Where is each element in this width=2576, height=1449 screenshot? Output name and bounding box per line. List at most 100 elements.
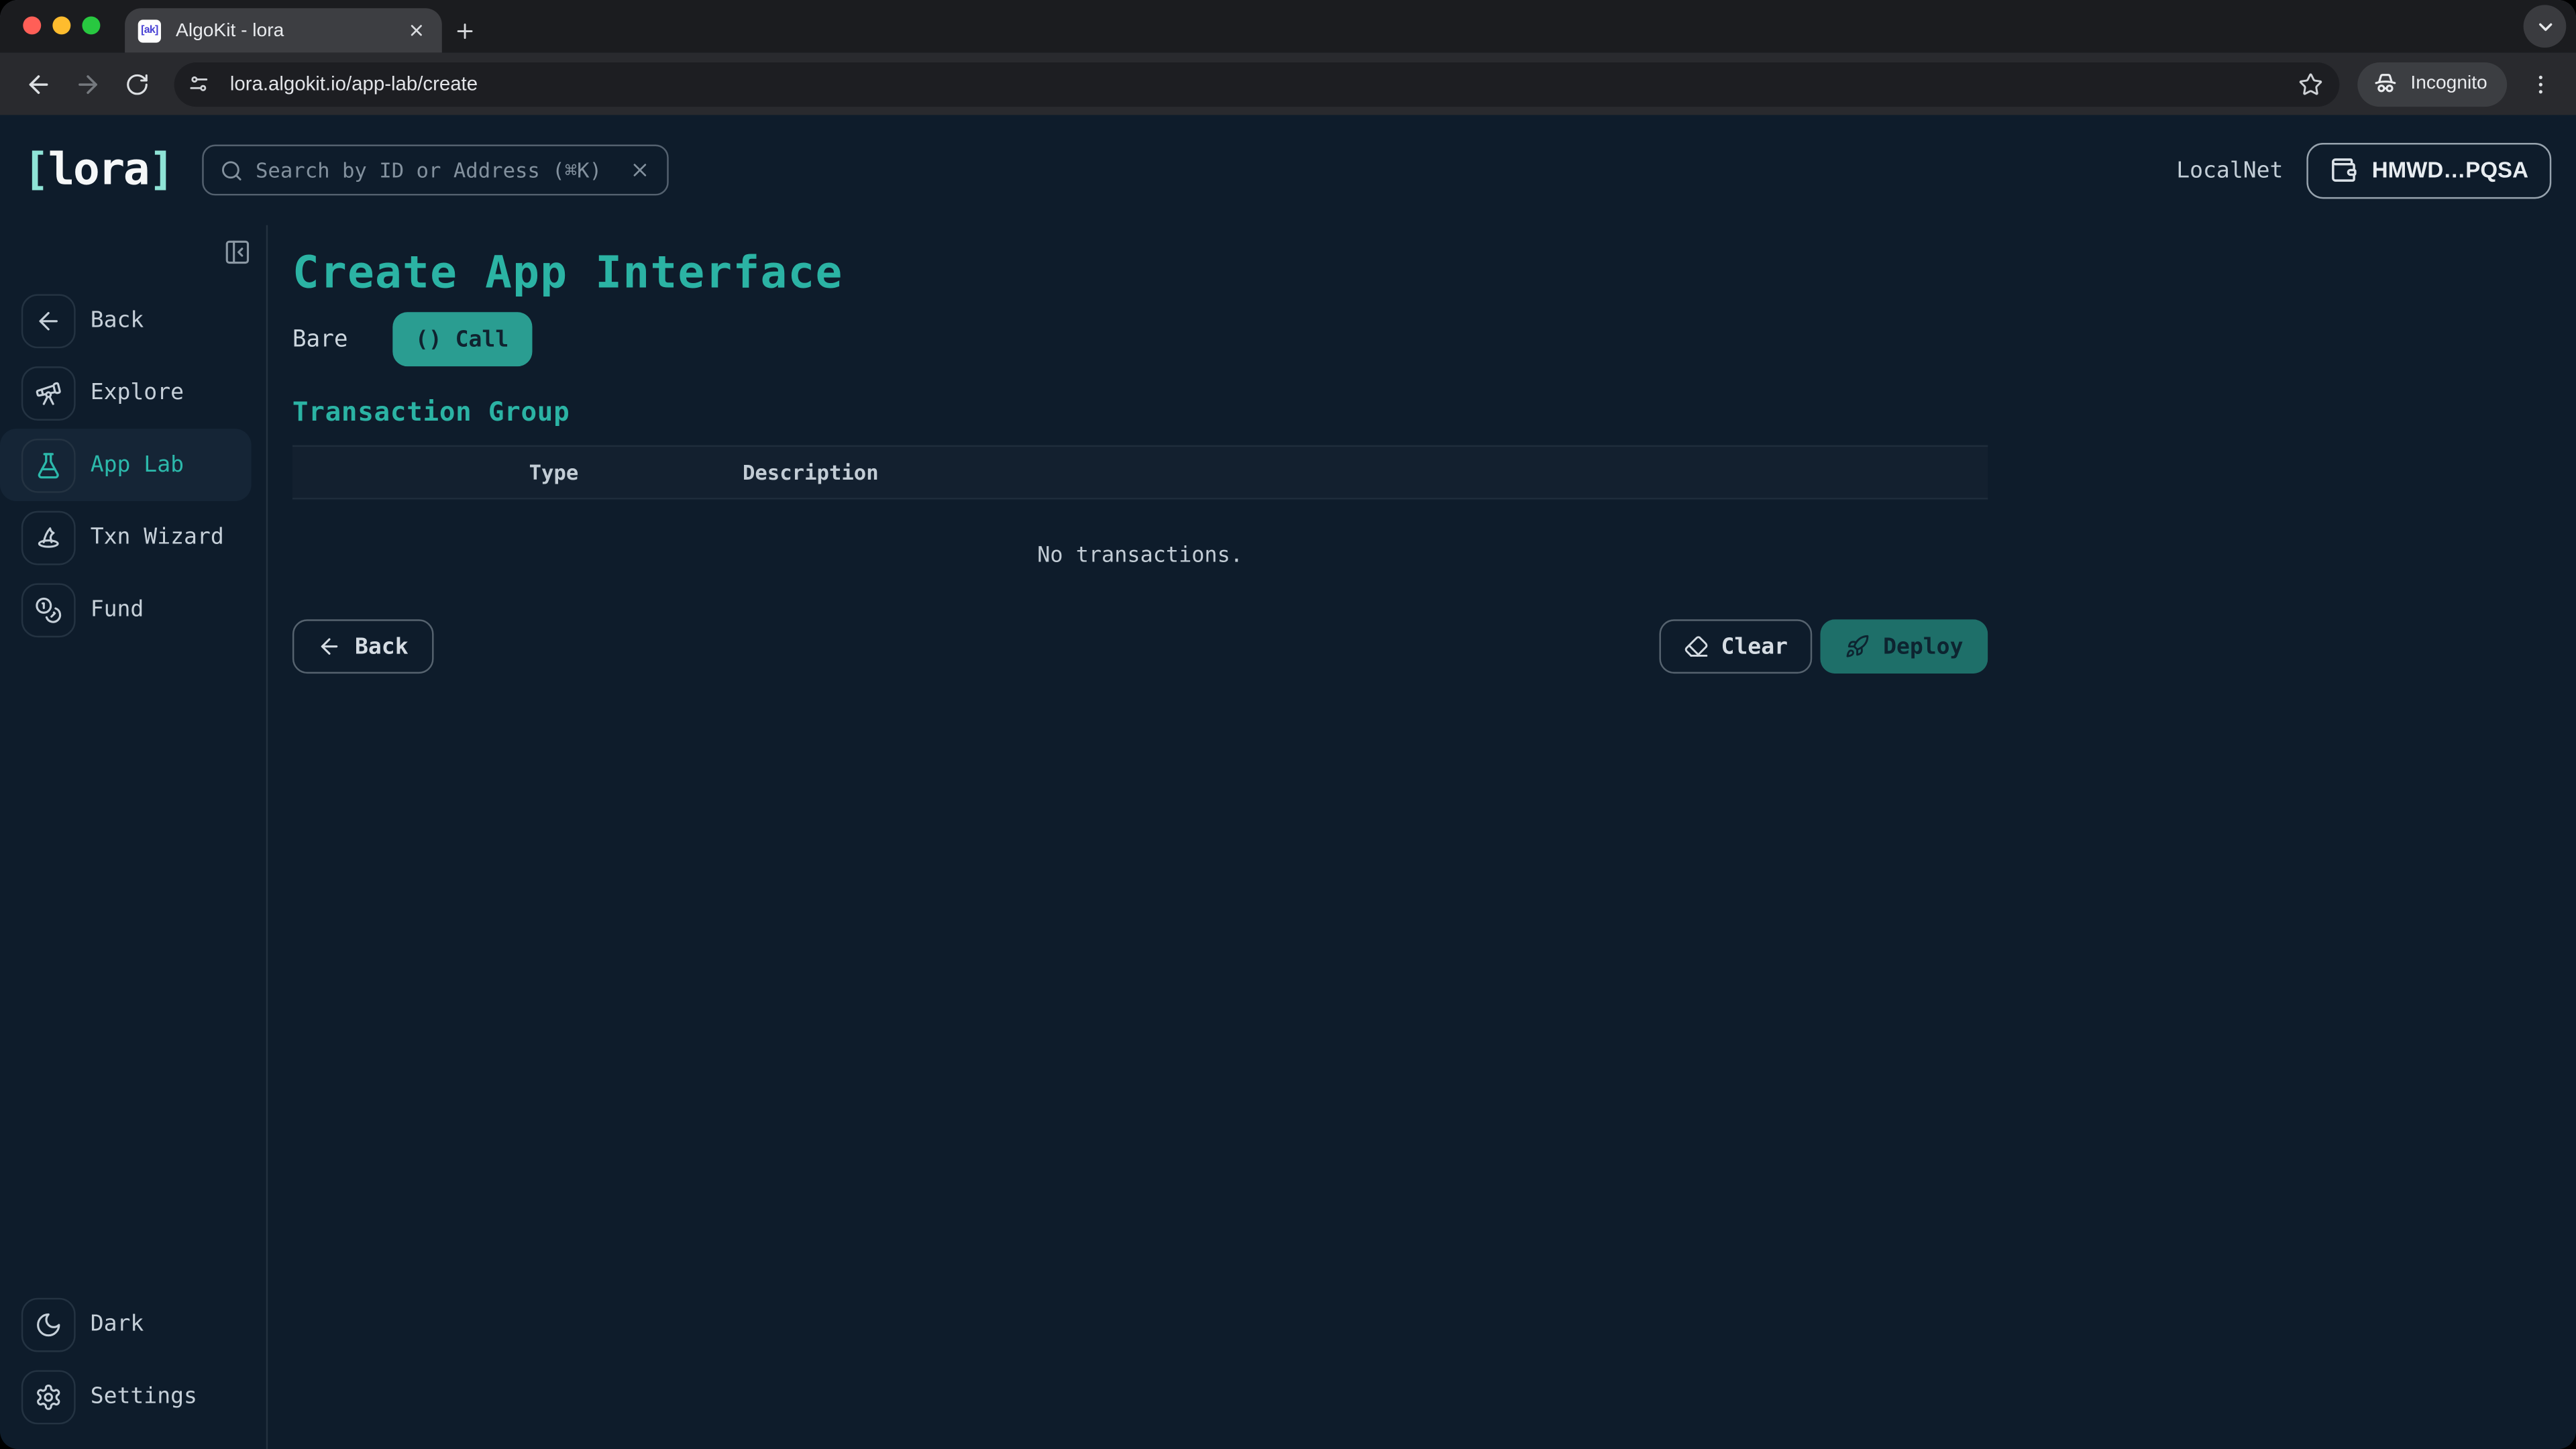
sidebar-item-explore[interactable]: Explore xyxy=(0,356,266,429)
empty-table-message: No transactions. xyxy=(292,499,1988,568)
tab-strip: [ak] AlgoKit - lora xyxy=(0,0,2576,52)
arrow-left-icon xyxy=(34,307,62,335)
clear-search-icon[interactable] xyxy=(629,160,650,181)
lora-logo[interactable]: [lora] xyxy=(23,145,173,196)
sidebar-collapse-button[interactable] xyxy=(220,235,253,268)
app-header: [lora] Search by ID or Address (⌘K) Loca… xyxy=(0,115,2576,225)
sidebar-item-label: Settings xyxy=(91,1383,197,1409)
column-header-type: Type xyxy=(529,460,743,485)
sidebar-item-label: Dark xyxy=(91,1311,144,1337)
clear-button[interactable]: Clear xyxy=(1658,619,1812,674)
arrow-left-icon xyxy=(24,70,52,98)
kebab-menu-icon xyxy=(2528,72,2553,97)
telescope-icon xyxy=(34,378,62,407)
tab-favicon: [ak] xyxy=(138,19,161,42)
main-content: Create App Interface Bare () Call Transa… xyxy=(268,225,2576,1449)
wallet-address: HMWD…PQSA xyxy=(2372,158,2528,182)
network-label[interactable]: LocalNet xyxy=(2176,157,2283,183)
iconbox xyxy=(21,510,76,564)
iconbox xyxy=(21,582,76,637)
arrow-right-icon xyxy=(73,70,101,98)
back-button-label: Back xyxy=(355,633,409,659)
maximize-window-button[interactable] xyxy=(82,16,100,34)
page-title: Create App Interface xyxy=(292,246,1988,302)
tab-close-icon[interactable] xyxy=(402,17,429,44)
back-button[interactable]: Back xyxy=(292,619,433,674)
logo-text: lora xyxy=(48,145,148,196)
sidebar-item-label: Back xyxy=(91,307,144,333)
sidebar-item-label: Txn Wizard xyxy=(91,524,224,550)
back-nav-button[interactable] xyxy=(16,62,59,105)
incognito-badge: Incognito xyxy=(2358,62,2507,106)
eraser-icon xyxy=(1683,634,1708,659)
table-header-row: Type Description xyxy=(292,445,1988,500)
sidebar-collapse-row xyxy=(0,235,266,274)
site-info-button[interactable] xyxy=(180,66,215,101)
sidebar: Back Explore App Lab xyxy=(0,225,268,1449)
close-window-button[interactable] xyxy=(23,16,41,34)
deploy-button-label: Deploy xyxy=(1883,633,1963,659)
browser-tab[interactable]: [ak] AlgoKit - lora xyxy=(125,8,442,52)
window-controls xyxy=(23,16,100,34)
incognito-label: Incognito xyxy=(2410,74,2487,93)
lora-app: [lora] Search by ID or Address (⌘K) Loca… xyxy=(0,115,2576,1449)
sidebar-item-label: Explore xyxy=(91,380,184,406)
reload-button[interactable] xyxy=(115,62,158,105)
sidebar-item-label: App Lab xyxy=(91,451,184,478)
tab-search-button[interactable] xyxy=(2524,5,2567,48)
search-input[interactable]: Search by ID or Address (⌘K) xyxy=(201,145,668,196)
section-title: Transaction Group xyxy=(292,396,1988,427)
tab-bare[interactable]: Bare xyxy=(292,326,371,352)
url-text: lora.algokit.io/app-lab/create xyxy=(230,72,2286,95)
logo-bracket: ] xyxy=(148,145,173,196)
screen: [ak] AlgoKit - lora lora.algokit.io/a xyxy=(0,0,2576,1449)
panel-left-close-icon xyxy=(223,237,251,266)
transaction-group-table: Type Description No transactions. xyxy=(292,445,1988,569)
browser-menu-button[interactable] xyxy=(2520,64,2560,104)
iconbox xyxy=(21,293,76,347)
wizard-hat-icon xyxy=(34,523,62,551)
forward-nav-button[interactable] xyxy=(66,62,109,105)
sidebar-item-app-lab[interactable]: App Lab xyxy=(0,429,252,501)
clear-button-label: Clear xyxy=(1721,633,1788,659)
minimize-window-button[interactable] xyxy=(52,16,70,34)
coins-icon xyxy=(34,596,62,624)
incognito-icon xyxy=(2373,70,2399,97)
rocket-icon xyxy=(1845,634,1870,659)
tab-call[interactable]: () Call xyxy=(392,312,532,366)
reload-icon xyxy=(124,72,149,97)
actions-row: Back Clear Deploy xyxy=(292,619,1988,674)
sidebar-bottom: Dark Settings xyxy=(0,1288,266,1449)
method-tabs: Bare () Call xyxy=(292,312,1988,366)
sidebar-item-label: Fund xyxy=(91,596,144,623)
tune-icon xyxy=(186,72,209,95)
sidebar-item-txn-wizard[interactable]: Txn Wizard xyxy=(0,501,266,574)
search-icon xyxy=(219,158,242,181)
sidebar-item-theme-toggle[interactable]: Dark xyxy=(0,1288,266,1360)
app-body: Back Explore App Lab xyxy=(0,225,2576,1449)
chevron-down-icon xyxy=(2534,15,2556,37)
iconbox xyxy=(21,366,76,420)
logo-bracket: [ xyxy=(23,145,48,196)
plus-icon xyxy=(453,19,476,42)
wallet-icon xyxy=(2329,156,2357,184)
flask-icon xyxy=(34,451,62,479)
bookmark-star-icon[interactable] xyxy=(2299,72,2324,97)
new-tab-button[interactable] xyxy=(447,13,483,50)
arrow-left-icon xyxy=(317,634,342,659)
sidebar-item-fund[interactable]: Fund xyxy=(0,574,266,646)
sidebar-item-settings[interactable]: Settings xyxy=(0,1360,266,1433)
column-header-description: Description xyxy=(743,460,1988,485)
iconbox xyxy=(21,1369,76,1424)
deploy-button[interactable]: Deploy xyxy=(1821,619,1988,674)
sidebar-item-back[interactable]: Back xyxy=(0,284,266,357)
gear-icon xyxy=(34,1383,62,1411)
address-bar[interactable]: lora.algokit.io/app-lab/create xyxy=(174,62,2341,106)
wallet-button[interactable]: HMWD…PQSA xyxy=(2306,142,2552,198)
browser-window: [ak] AlgoKit - lora lora.algokit.io/a xyxy=(0,0,2576,1449)
tab-title: AlgoKit - lora xyxy=(176,21,402,40)
iconbox xyxy=(21,1297,76,1351)
iconbox xyxy=(21,438,76,492)
moon-icon xyxy=(34,1310,62,1338)
search-placeholder: Search by ID or Address (⌘K) xyxy=(256,158,615,182)
